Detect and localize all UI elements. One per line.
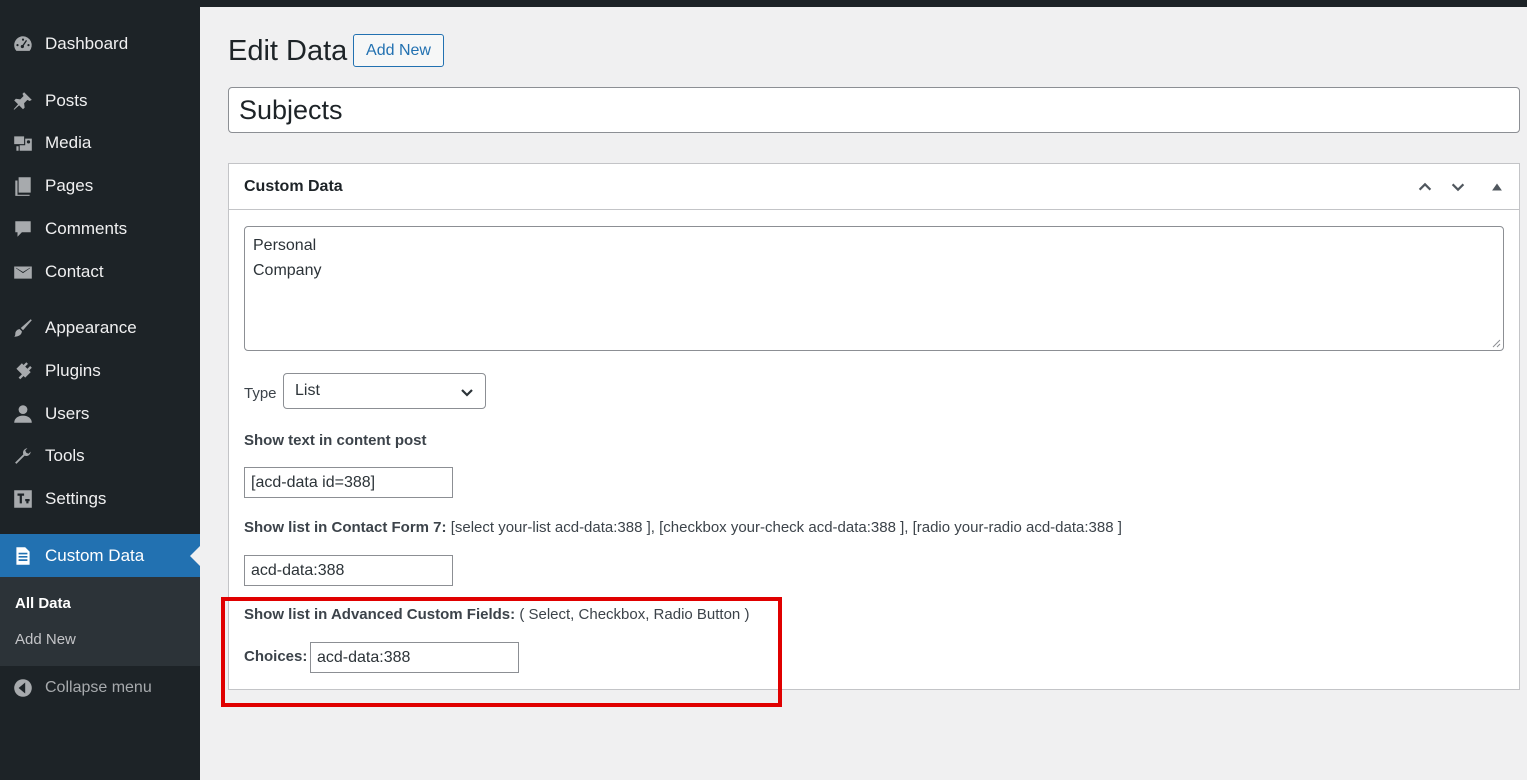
sidebar-item-label: Plugins [45,360,101,380]
user-icon [11,402,35,426]
sidebar-item-label: Dashboard [45,33,129,53]
sidebar-item-label: Media [45,132,92,152]
plug-icon [11,359,35,383]
highlight-box [221,597,782,707]
sidebar-item-media[interactable]: Media [0,121,200,164]
page-title: Edit Data [228,35,348,67]
post-title-input[interactable]: Subjects [228,87,1520,133]
textarea-line: Personal [253,237,317,254]
collapse-menu-button[interactable]: Collapse menu [0,670,200,706]
settings-icon [11,487,35,511]
comments-icon [11,217,35,241]
sidebar-item-posts[interactable]: Posts [0,79,200,122]
resize-grip-icon[interactable] [1491,338,1501,348]
type-label: Type [244,385,277,402]
brush-icon [11,316,35,340]
custom-data-submenu: All Data Add New [0,577,200,666]
sidebar-item-dashboard[interactable]: Dashboard [0,22,200,65]
chevron-down-icon [459,384,475,400]
sidebar-item-label: Custom Data [45,545,145,565]
pin-icon [11,89,35,113]
textarea-line: Company [253,262,322,279]
sidebar-item-appearance[interactable]: Appearance [0,306,200,349]
sidebar-item-label: Appearance [45,317,137,337]
sidebar-item-label: Settings [45,488,107,508]
submenu-item-all-data[interactable]: All Data [15,595,71,612]
wrench-icon [11,444,35,468]
toggle-panel-icon[interactable] [1486,176,1508,198]
cf7-hint: [select your-list acd-data:388 ], [check… [450,519,1122,536]
sidebar-item-label: Tools [45,445,85,465]
shortcode-field[interactable]: [acd-data id=388] [244,467,453,498]
main-content: Edit Data Add New Subjects Custom Data P… [200,7,1527,780]
collapse-menu-label: Collapse menu [45,679,152,696]
sidebar-item-plugins[interactable]: Plugins [0,349,200,392]
collapse-icon [12,677,34,699]
sidebar-item-label: Users [45,403,90,423]
metabox-header: Custom Data [229,164,1519,210]
submenu-item-add-new[interactable]: Add New [15,631,76,648]
sidebar-item-label: Pages [45,175,94,195]
data-list-textarea[interactable]: Personal Company [244,226,1504,351]
cf7-label: Show list in Contact Form 7: [select you… [244,519,1122,536]
type-select[interactable]: List [283,373,486,409]
type-select-value: List [295,382,320,399]
sidebar-item-settings[interactable]: Settings [0,477,200,520]
pages-icon [11,174,35,198]
dashboard-icon [11,32,35,56]
cf7-field[interactable]: acd-data:388 [244,555,453,586]
sidebar-item-label: Comments [45,218,128,238]
sidebar-item-users[interactable]: Users [0,392,200,435]
document-icon [11,544,35,568]
sidebar-item-comments[interactable]: Comments [0,207,200,250]
sidebar-item-label: Contact [45,261,104,281]
sidebar-item-label: Posts [45,90,88,110]
show-text-label: Show text in content post [244,432,427,449]
admin-bar [0,0,1527,7]
metabox-title: Custom Data [244,178,343,195]
move-up-icon[interactable] [1414,176,1436,198]
sidebar-item-pages[interactable]: Pages [0,164,200,207]
sidebar-item-tools[interactable]: Tools [0,434,200,477]
sidebar-item-custom-data[interactable]: Custom Data [0,534,200,577]
add-new-button[interactable]: Add New [353,34,444,67]
sidebar-item-contact[interactable]: Contact [0,250,200,293]
envelope-icon [11,260,35,284]
move-down-icon[interactable] [1447,176,1469,198]
media-icon [11,131,35,155]
admin-sidebar: Dashboard Posts Media Pages Comments Con… [0,0,200,780]
